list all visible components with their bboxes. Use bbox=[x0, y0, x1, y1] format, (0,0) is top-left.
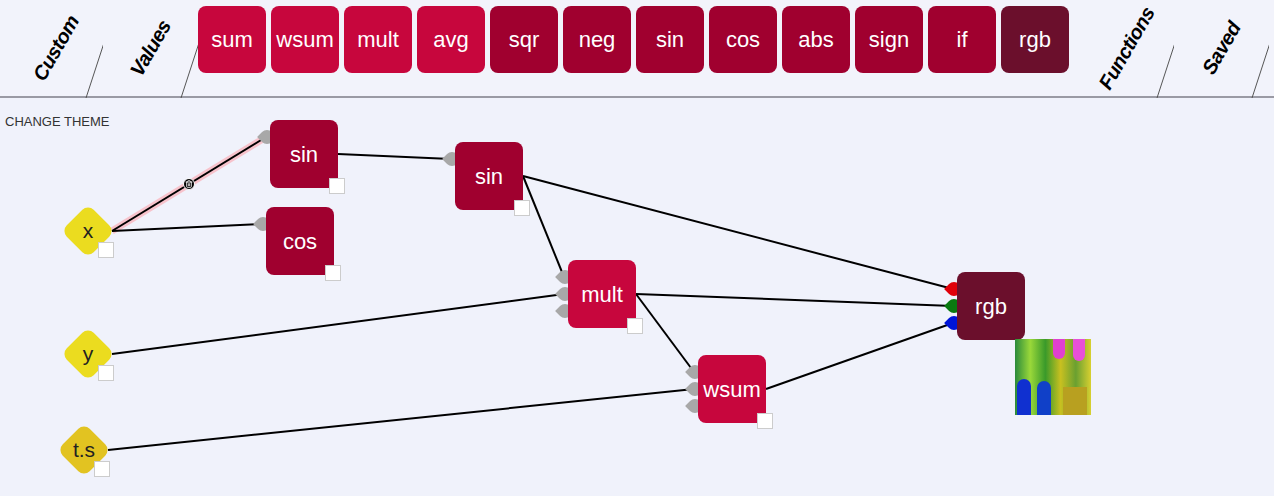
node-handle[interactable] bbox=[98, 365, 114, 381]
input-node[interactable]: y bbox=[61, 327, 115, 381]
toolbar: CustomValuessumwsummultavgsqrnegsincosab… bbox=[0, 0, 1274, 98]
app: CustomValuessumwsummultavgsqrnegsincosab… bbox=[0, 0, 1274, 496]
function-button[interactable]: wsum bbox=[271, 6, 339, 73]
side-tab[interactable]: Values bbox=[103, 0, 198, 96]
edge[interactable] bbox=[108, 389, 694, 450]
node-handle[interactable] bbox=[94, 461, 110, 477]
function-button[interactable]: if bbox=[928, 6, 996, 73]
preview-image bbox=[1015, 339, 1091, 415]
node-handle[interactable] bbox=[325, 265, 341, 281]
edge[interactable] bbox=[766, 323, 953, 389]
node-handle[interactable] bbox=[627, 318, 643, 334]
side-tab[interactable]: Saved bbox=[1174, 0, 1269, 96]
function-node[interactable]: mult bbox=[568, 260, 636, 328]
edge[interactable] bbox=[636, 294, 953, 306]
edge[interactable] bbox=[112, 137, 266, 231]
edge[interactable] bbox=[523, 176, 564, 277]
edge[interactable] bbox=[112, 224, 262, 231]
node-handle[interactable] bbox=[757, 413, 773, 429]
edges bbox=[0, 98, 1274, 496]
function-button[interactable]: neg bbox=[563, 6, 631, 73]
function-button[interactable]: abs bbox=[782, 6, 850, 73]
function-button[interactable]: avg bbox=[417, 6, 485, 73]
node-handle[interactable] bbox=[98, 242, 114, 258]
side-tab[interactable]: Functions bbox=[1079, 0, 1174, 96]
node-handle[interactable] bbox=[329, 178, 345, 194]
function-button[interactable]: sign bbox=[855, 6, 923, 73]
delete-edge-button[interactable] bbox=[183, 178, 195, 190]
function-node[interactable]: wsum bbox=[698, 355, 766, 423]
trash-icon bbox=[185, 180, 193, 188]
function-node[interactable]: sin bbox=[455, 142, 523, 210]
function-node[interactable]: cos bbox=[266, 207, 334, 275]
input-node[interactable]: x bbox=[61, 204, 115, 258]
input-node[interactable]: t.s bbox=[57, 423, 111, 477]
function-palette: sumwsummultavgsqrnegsincosabssignifrgb bbox=[198, 0, 1069, 96]
node-handle[interactable] bbox=[514, 200, 530, 216]
output-node[interactable]: rgb bbox=[957, 272, 1025, 340]
function-button[interactable]: sqr bbox=[490, 6, 558, 73]
edge[interactable] bbox=[112, 294, 564, 354]
edge[interactable] bbox=[338, 154, 451, 159]
canvas[interactable]: CHANGE THEMExyt.ssincossinmultwsumrgb bbox=[0, 98, 1274, 496]
edge[interactable] bbox=[636, 294, 694, 372]
function-button[interactable]: rgb bbox=[1001, 6, 1069, 73]
change-theme-button[interactable]: CHANGE THEME bbox=[5, 112, 110, 132]
function-node[interactable]: sin bbox=[270, 120, 338, 188]
function-button[interactable]: mult bbox=[344, 6, 412, 73]
function-button[interactable]: sin bbox=[636, 6, 704, 73]
function-button[interactable]: sum bbox=[198, 6, 266, 73]
side-tab[interactable]: Custom bbox=[8, 0, 103, 96]
function-button[interactable]: cos bbox=[709, 6, 777, 73]
